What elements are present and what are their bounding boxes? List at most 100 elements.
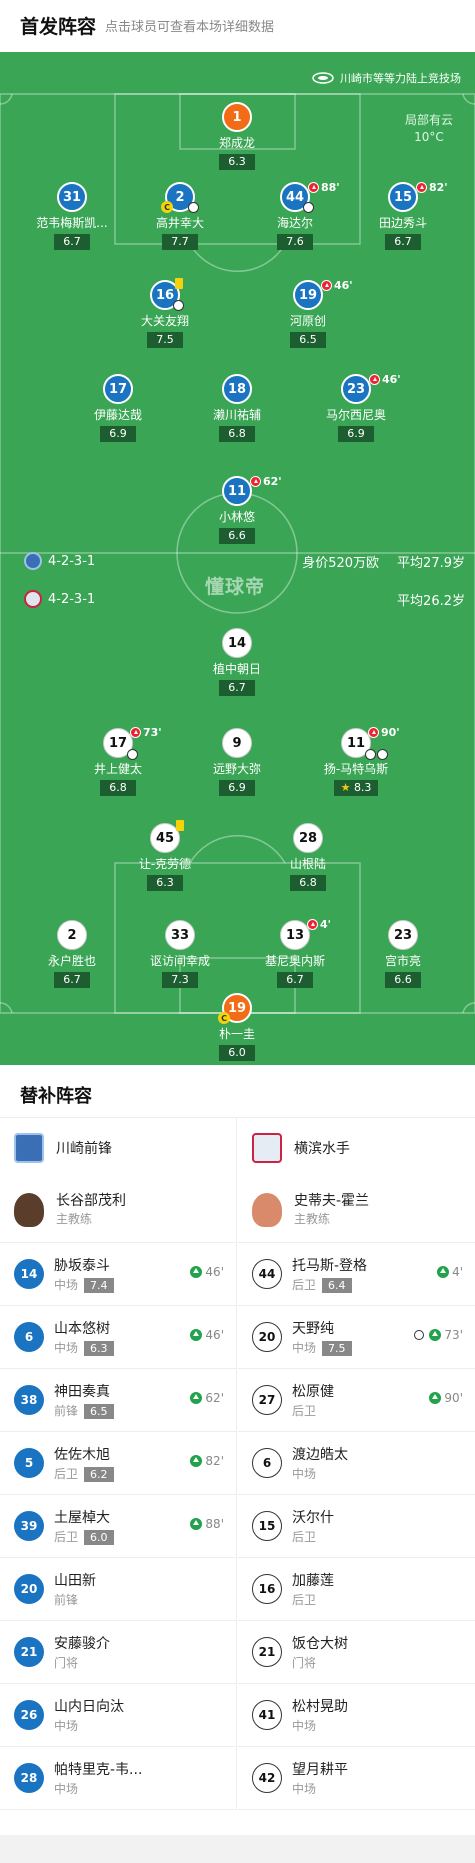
sub-player-row[interactable]: 5 佐佐木旭 后卫 6.2 82': [0, 1432, 236, 1495]
player-home-1[interactable]: 1 郑成龙 6.3: [182, 102, 292, 170]
sub-player-row[interactable]: 15 沃尔什 后卫: [238, 1495, 475, 1558]
player-name: 植中朝日: [212, 662, 261, 676]
player-away-14[interactable]: 14 植中朝日 6.7: [182, 628, 292, 696]
player-rating: 7.4: [84, 1278, 114, 1293]
player-rating: 7.5: [147, 332, 183, 348]
player-name: 渡边皓太: [292, 1447, 348, 1463]
sub-on-marker: 88': [190, 1517, 224, 1531]
player-home-11[interactable]: 11 62' 小林悠 6.6: [182, 475, 292, 544]
player-away-9[interactable]: 9 远野大弥 6.9: [182, 728, 292, 796]
home-coach-row[interactable]: 长谷部茂利 主教练: [0, 1178, 236, 1243]
sub-off-marker: 88': [308, 181, 340, 194]
player-away-11[interactable]: 11 90' 扬-马特乌斯 ★ 8.3: [301, 726, 411, 796]
sub-player-row[interactable]: 28 帕特里克-韦... 中场: [0, 1747, 236, 1810]
player-home-44[interactable]: 44 88' 海达尔 7.6: [240, 181, 350, 250]
temperature: 10°C: [414, 130, 444, 144]
captain-icon: C: [161, 201, 173, 213]
player-rating: 7.5: [322, 1341, 352, 1356]
player-rating: 6.3: [84, 1341, 114, 1356]
player-away-17[interactable]: 17 73' 井上健太 6.8: [63, 726, 173, 796]
watermark-logo: 懂球帝: [205, 576, 266, 598]
player-rating: 6.7: [54, 972, 90, 988]
kawasaki-badge-icon: [24, 552, 42, 570]
away-coach-row[interactable]: 史蒂夫-霍兰 主教练: [238, 1178, 475, 1243]
sub-player-row[interactable]: 6 渡边皓太 中场: [238, 1432, 475, 1495]
away-avg-age: 平均26.2岁: [397, 594, 465, 609]
sub-player-row[interactable]: 16 加藤莲 后卫: [238, 1558, 475, 1621]
player-name: 加藤莲: [292, 1573, 334, 1589]
page-title: 首发阵容: [20, 16, 97, 38]
player-name: 远野大弥: [212, 762, 261, 776]
coach-avatar: [252, 1193, 282, 1227]
player-number: 15: [252, 1511, 282, 1541]
sub-on-marker: 73': [414, 1328, 463, 1342]
player-rating: 6.8: [290, 875, 326, 891]
goal-ball-icon: [188, 202, 199, 213]
sub-off-icon: [369, 374, 380, 385]
sub-off-marker: 82': [416, 181, 448, 194]
sub-player-row[interactable]: 27 松原健 后卫 90': [238, 1369, 475, 1432]
player-home-16[interactable]: 16 大关友翔 7.5: [110, 278, 220, 348]
player-position: 中场: [292, 1467, 317, 1481]
player-home-2[interactable]: 2C 高井幸大 7.7: [125, 182, 235, 250]
sub-player-row[interactable]: 26 山内日向汰 中场: [0, 1684, 236, 1747]
player-number: 26: [14, 1700, 44, 1730]
player-position: 中场: [54, 1782, 79, 1796]
player-home-23[interactable]: 23 46' 马尔西尼奥 6.9: [301, 373, 411, 442]
sub-off-icon: [368, 727, 379, 738]
player-name: 山内日向汰: [54, 1699, 124, 1715]
player-away-45[interactable]: 45 让-克劳德 6.3: [110, 820, 220, 891]
player-rating: 6.3: [219, 154, 255, 170]
team-name: 横滨水手: [294, 1141, 350, 1157]
player-name: 神田奏真: [54, 1384, 110, 1400]
player-away-28[interactable]: 28 山根陆 6.8: [253, 823, 363, 891]
substitutes-section: 替补阵容 川崎前锋 长谷部茂利 主教练 14 胁坂泰斗 中场 7.4 46' 6 山本悠树 中场…: [0, 1065, 475, 1835]
player-position: 中场 6.3: [54, 1339, 114, 1356]
sub-player-row[interactable]: 44 托马斯-登格 后卫 6.4 4': [238, 1243, 475, 1306]
sub-player-row[interactable]: 14 胁坂泰斗 中场 7.4 46': [0, 1243, 236, 1306]
coach-avatar: [14, 1193, 44, 1227]
home-team-row[interactable]: 川崎前锋: [0, 1118, 236, 1178]
lineup-header: 首发阵容 点击球员可查看本场详细数据: [0, 0, 475, 52]
player-name: 胁坂泰斗: [54, 1258, 110, 1274]
player-position: 门将: [292, 1656, 317, 1670]
away-formation: 4-2-3-1: [24, 590, 95, 608]
player-rating: 6.6: [385, 972, 421, 988]
sub-player-row[interactable]: 39 土屋棹大 后卫 6.0 88': [0, 1495, 236, 1558]
player-rating: 6.2: [84, 1467, 114, 1482]
player-home-19[interactable]: 19 46' 河原创 6.5: [253, 279, 363, 348]
player-rating: 6.0: [84, 1530, 114, 1545]
stadium-icon: [312, 72, 334, 84]
sub-on-marker: 46': [190, 1328, 224, 1342]
sub-player-row[interactable]: 41 松村晃助 中场: [238, 1684, 475, 1747]
player-away-23[interactable]: 23 宫市亮 6.6: [348, 920, 458, 988]
sub-on-icon: [190, 1329, 203, 1341]
sub-off-marker: 46': [369, 373, 401, 386]
player-away-2[interactable]: 2 永户胜也 6.7: [17, 920, 127, 988]
player-rating: 6.9: [338, 426, 374, 442]
player-away-19[interactable]: 19 C 朴一圭 6.0: [182, 993, 292, 1061]
player-name: 松村晃助: [292, 1699, 348, 1715]
sub-player-row[interactable]: 21 安藤骏介 门将: [0, 1621, 236, 1684]
player-name: 大关友翔: [140, 314, 189, 328]
sub-player-row[interactable]: 38 神田奏真 前锋 6.5 62': [0, 1369, 236, 1432]
player-home-17[interactable]: 17 伊藤达哉 6.9: [63, 374, 173, 442]
venue-label: 川崎市等等力陆上竞技场: [312, 70, 461, 86]
sub-player-row[interactable]: 42 望月耕平 中场: [238, 1747, 475, 1810]
sub-player-row[interactable]: 20 天野纯 中场 7.5 73': [238, 1306, 475, 1369]
player-home-18[interactable]: 18 濑川祐辅 6.8: [182, 374, 292, 442]
sub-player-row[interactable]: 6 山本悠树 中场 6.3 46': [0, 1306, 236, 1369]
sub-off-icon: [321, 280, 332, 291]
player-number: 42: [252, 1763, 282, 1793]
player-away-33[interactable]: 33 讴访间幸成 7.3: [125, 920, 235, 988]
player-away-13[interactable]: 13 4' 基尼奥内斯 6.7: [240, 918, 350, 988]
away-team-row[interactable]: 横滨水手: [238, 1118, 475, 1178]
sub-player-row[interactable]: 20 山田新 前锋: [0, 1558, 236, 1621]
away-subs-column: 横滨水手 史蒂夫-霍兰 主教练 44 托马斯-登格 后卫 6.4 4' 20 天野纯 中场 7.5…: [238, 1118, 475, 1810]
player-home-31[interactable]: 31 范韦梅斯凯... 6.7: [17, 182, 127, 250]
away-team-stats: 平均26.2岁: [379, 590, 465, 609]
player-position: 前锋 6.5: [54, 1402, 114, 1419]
player-home-15[interactable]: 15 82' 田边秀斗 6.7: [348, 181, 458, 250]
sub-player-row[interactable]: 21 饭仓大树 门将: [238, 1621, 475, 1684]
page-subtitle: 点击球员可查看本场详细数据: [105, 20, 275, 35]
